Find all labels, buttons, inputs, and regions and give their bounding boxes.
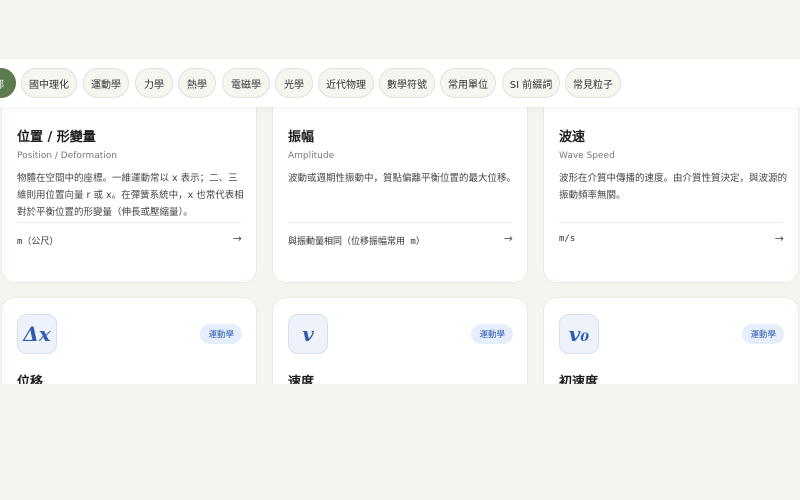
card-title: 初速度 xyxy=(559,375,599,384)
card-unit: m/s xyxy=(559,234,576,244)
filter-chip-all[interactable]: 全部 xyxy=(0,68,16,98)
arrow-right-icon[interactable]: → xyxy=(504,232,513,245)
category-badge: 運動學 xyxy=(471,324,513,344)
card-title: 速度 xyxy=(288,375,315,384)
filter-chip-math-symbols[interactable]: 數學符號 xyxy=(379,68,435,98)
card-title: 振幅 xyxy=(288,130,315,145)
card-title: 位移 xyxy=(17,375,44,384)
category-filter-bar: 全部 國中理化 運動學 力學 熱學 電磁學 光學 近代物理 數學符號 常用單位 … xyxy=(0,59,800,107)
filter-chip-kinematics[interactable]: 運動學 xyxy=(83,68,129,98)
card-unit: 與振動量相同（位移振幅常用 m） xyxy=(288,237,425,247)
card-title: 位置 / 形變量 xyxy=(17,130,96,145)
card-subtitle: Wave Speed xyxy=(559,151,615,161)
card-description: 波形在介質中傳播的速度。由介質性質決定，與波源的振動頻率無關。 xyxy=(559,173,788,201)
filter-chip-electromagnetism[interactable]: 電磁學 xyxy=(222,68,270,98)
symbol-card-position[interactable]: 位置 / 形變量 Position / Deformation 物體在空間中的座… xyxy=(1,107,257,283)
filter-chip-mechanics[interactable]: 力學 xyxy=(135,68,173,98)
symbol-card-amplitude[interactable]: 振幅 Amplitude 波動或週期性振動中，質點偏離平衡位置的最大位移。 與振… xyxy=(272,107,528,283)
card-unit: m（公尺） xyxy=(17,237,59,247)
symbol-card-velocity[interactable]: v 運動學 速度 xyxy=(272,297,528,384)
card-subtitle: Position / Deformation xyxy=(17,151,118,161)
card-title: 波速 xyxy=(559,130,586,145)
card-divider xyxy=(559,222,783,223)
arrow-right-icon[interactable]: → xyxy=(775,232,784,245)
card-divider xyxy=(17,222,241,223)
filter-chip-thermodynamics[interactable]: 熱學 xyxy=(178,68,216,98)
symbol-tile: v₀ xyxy=(559,314,599,354)
category-badge: 運動學 xyxy=(200,324,242,344)
arrow-right-icon[interactable]: → xyxy=(233,232,242,245)
filter-chip-common-particles[interactable]: 常見粒子 xyxy=(565,68,621,98)
symbol-card-grid: 位置 / 形變量 Position / Deformation 物體在空間中的座… xyxy=(0,107,800,384)
filter-chip-modern-physics[interactable]: 近代物理 xyxy=(318,68,374,98)
filter-chip-si-prefixes[interactable]: SI 前綴詞 xyxy=(502,68,560,98)
category-badge: 運動學 xyxy=(742,324,784,344)
symbol-card-wave-speed[interactable]: 波速 Wave Speed 波形在介質中傳播的速度。由介質性質決定，與波源的振動… xyxy=(543,107,799,283)
card-subtitle: Amplitude xyxy=(288,151,335,161)
symbol-card-displacement[interactable]: Δx 運動學 位移 xyxy=(1,297,257,384)
symbol-tile: Δx xyxy=(17,314,57,354)
card-description: 波動或週期性振動中，質點偏離平衡位置的最大位移。 xyxy=(288,173,517,184)
symbol-card-initial-velocity[interactable]: v₀ 運動學 初速度 xyxy=(543,297,799,384)
card-divider xyxy=(288,222,512,223)
filter-chip-junior-science[interactable]: 國中理化 xyxy=(21,68,77,98)
card-description: 物體在空間中的座標。一維運動常以 x 表示；二、三維則用位置向量 r 或 x。在… xyxy=(17,173,244,218)
filter-chip-common-units[interactable]: 常用單位 xyxy=(440,68,496,98)
symbol-tile: v xyxy=(288,314,328,354)
filter-chip-optics[interactable]: 光學 xyxy=(275,68,313,98)
